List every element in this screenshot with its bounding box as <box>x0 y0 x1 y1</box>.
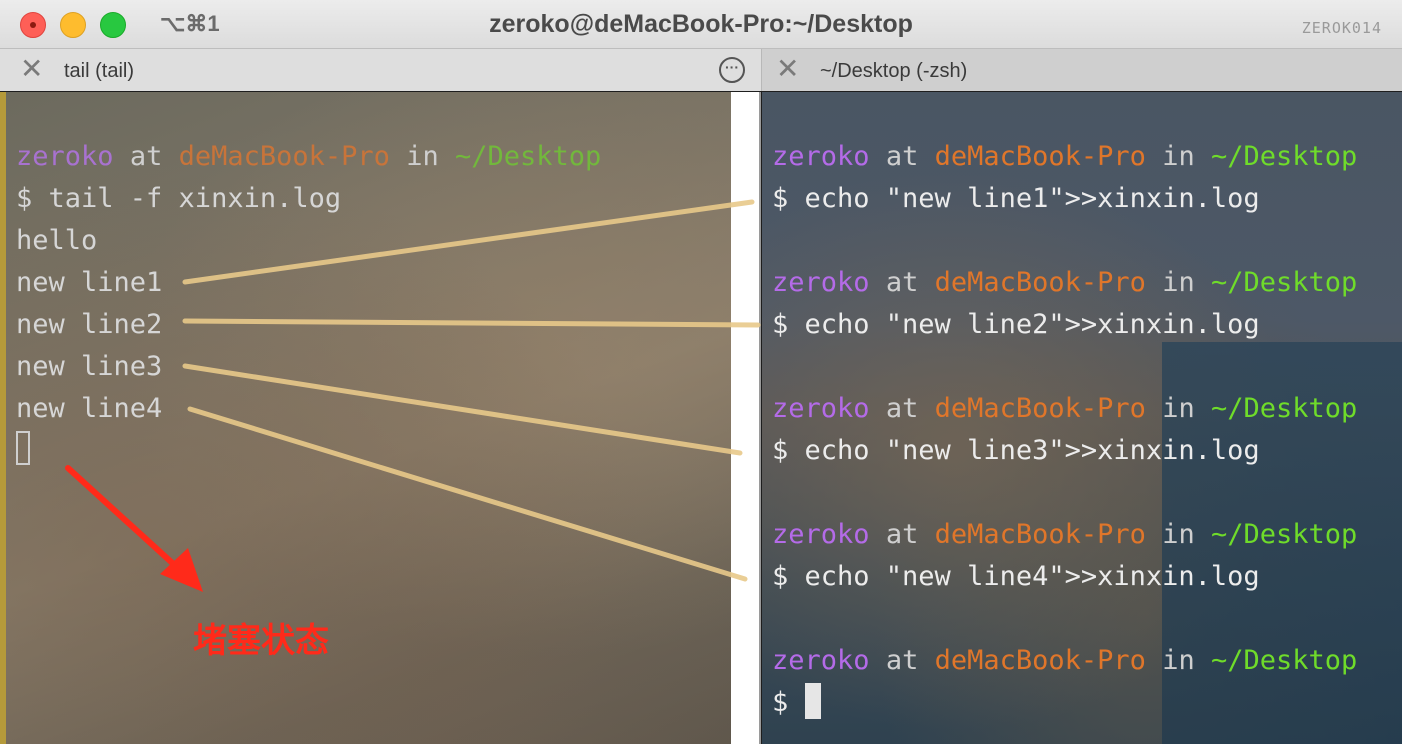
command-line: $ echo "new line1">>xinxin.log <box>772 183 1260 214</box>
tab-label: tail (tail) <box>64 60 135 82</box>
tab-bar: ✕ tail (tail) ··· ✕ ~/Desktop (-zsh) <box>0 49 1402 91</box>
output-line: new line4 <box>16 393 163 424</box>
cursor <box>16 431 30 465</box>
tab-label: ~/Desktop (-zsh) <box>820 60 968 82</box>
command-line: $ echo "new line4">>xinxin.log <box>772 561 1260 592</box>
title-bar: ⌥⌘1 zeroko@deMacBook-Pro:~/Desktop ZEROK… <box>0 0 1402 49</box>
command-line: $ tail -f xinxin.log <box>16 183 342 214</box>
terminal-pane-right[interactable]: zeroko at deMacBook-Pro in ~/Desktop $ ec… <box>762 92 1402 744</box>
prompt-line: zeroko at deMacBook-Pro in ~/Desktop <box>772 267 1358 298</box>
prompt-line: zeroko at deMacBook-Pro in ~/Desktop <box>772 519 1358 550</box>
cursor-line <box>16 430 601 472</box>
close-icon[interactable]: ✕ <box>20 55 43 83</box>
terminal-pane-left[interactable]: zeroko at deMacBook-Pro in ~/Desktop $ ta… <box>6 92 731 744</box>
output-line: new line3 <box>16 351 163 382</box>
output-line: hello <box>16 225 98 256</box>
blocked-state-label: 堵塞状态 <box>193 621 329 661</box>
prompt-line: zeroko at deMacBook-Pro in ~/Desktop <box>772 393 1358 424</box>
terminal-output-right: zeroko at deMacBook-Pro in ~/Desktop $ ec… <box>772 136 1357 724</box>
output-line: new line1 <box>16 267 163 298</box>
input-line: $ <box>772 682 1357 724</box>
tab-desktop-zsh[interactable]: ✕ ~/Desktop (-zsh) <box>762 49 1402 91</box>
output-line: new line2 <box>16 309 163 340</box>
window-title: zeroko@deMacBook-Pro:~/Desktop <box>489 10 913 38</box>
command-line: $ echo "new line2">>xinxin.log <box>772 309 1260 340</box>
prompt-line: zeroko at deMacBook-Pro in ~/Desktop <box>772 645 1358 676</box>
profile-label: ZEROK014 <box>1301 19 1382 37</box>
ellipsis-circle-icon[interactable]: ··· <box>719 57 745 83</box>
terminal-output-left: zeroko at deMacBook-Pro in ~/Desktop $ ta… <box>16 136 601 472</box>
tab-tail[interactable]: ✕ tail (tail) ··· <box>0 49 762 91</box>
command-line: $ echo "new line3">>xinxin.log <box>772 435 1260 466</box>
cursor <box>804 683 821 719</box>
pane-divider[interactable] <box>731 92 761 744</box>
prompt-line: zeroko at deMacBook-Pro in ~/Desktop <box>16 141 602 172</box>
prompt-line: zeroko at deMacBook-Pro in ~/Desktop <box>772 141 1358 172</box>
close-icon[interactable]: ✕ <box>776 55 799 83</box>
